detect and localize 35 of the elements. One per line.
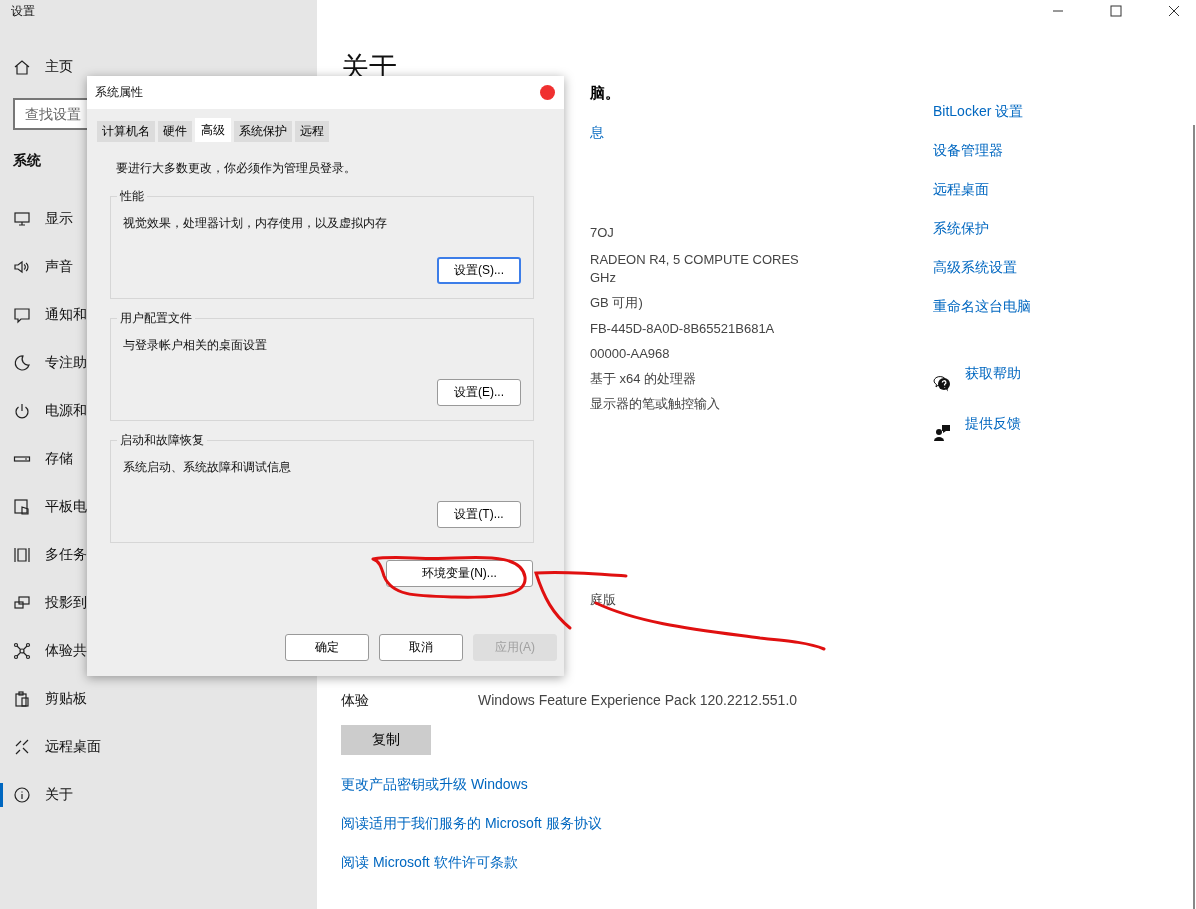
subtitle: 脑。 [590, 84, 621, 102]
spec-value: FB-445D-8A0D-8B65521B681A [590, 320, 776, 338]
sidebar-label: 电源和 [45, 402, 87, 420]
sidebar-label: 远程桌面 [45, 738, 101, 756]
sidebar-label: 声音 [45, 258, 73, 276]
sidebar-label: 通知和 [45, 306, 87, 324]
sidebar-label: 投影到 [45, 594, 87, 612]
dialog-title: 系统属性 [95, 84, 143, 101]
group-description: 视觉效果，处理器计划，内存使用，以及虚拟内存 [123, 215, 388, 232]
spec-value: GB 可用) [590, 294, 644, 312]
spec-value: 00000-AA968 [590, 345, 671, 363]
spec-value: 7OJ [590, 224, 615, 242]
window-title: 设置 [10, 3, 36, 20]
group-title: 用户配置文件 [117, 310, 195, 326]
spec-value: 基于 x64 的处理器 [590, 370, 698, 388]
spec-value: RADEON R4, 5 COMPUTE CORES [590, 251, 800, 269]
group-description: 与登录帐户相关的桌面设置 [123, 337, 268, 354]
sidebar-label: 平板电 [45, 498, 87, 516]
sidebar-label: 体验共 [45, 642, 87, 660]
sidebar-label: 多任务 [45, 546, 87, 564]
spec-label: 体验 [341, 691, 370, 709]
spec-value: 显示器的笔或触控输入 [590, 395, 721, 413]
group-title: 启动和故障恢复 [117, 432, 207, 448]
spec-value: Windows Feature Experience Pack 120.2212.551.0 [478, 691, 798, 709]
sidebar-label: 剪贴板 [45, 690, 87, 708]
sidebar-label: 专注助 [45, 354, 87, 372]
notice-text: 要进行大多数更改，你必须作为管理员登录。 [116, 160, 357, 177]
home-label: 主页 [45, 58, 73, 76]
sidebar-label: 显示 [45, 210, 73, 228]
group-description: 系统启动、系统故障和调试信息 [123, 459, 292, 476]
sidebar-label: 存储 [45, 450, 73, 468]
spec-value: GHz [590, 269, 617, 287]
sidebar-label: 关于 [45, 786, 73, 804]
group-title: 性能 [117, 188, 147, 204]
section-title: 系统 [13, 151, 41, 170]
